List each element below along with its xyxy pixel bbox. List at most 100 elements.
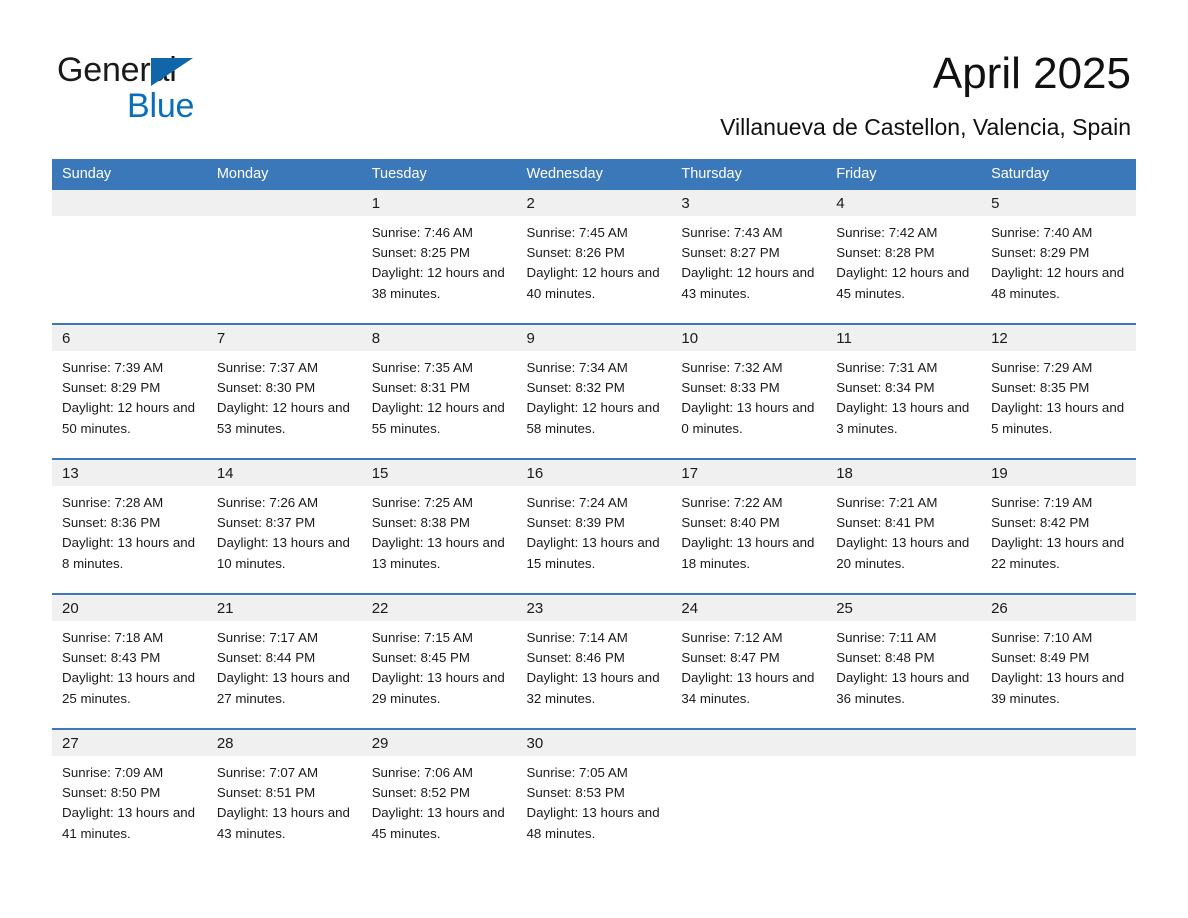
calendar-day-cell[interactable]: 2 Sunrise: 7:45 AM Sunset: 8:26 PM Daylight… — [516, 190, 672, 324]
calendar-day-cell[interactable]: 16 Sunrise: 7:24 AM Sunset: 8:39 PM Dayligh… — [516, 458, 672, 594]
calendar-week-row: 20 Sunrise: 7:18 AM Sunset: 8:43 PM Dayligh… — [52, 593, 1136, 729]
day-details: Sunrise: 7:35 AM Sunset: 8:31 PM Daylight:… — [362, 351, 517, 439]
calendar-day-cell[interactable]: 14 Sunrise: 7:26 AM Sunset: 8:37 PM Dayligh… — [206, 458, 362, 594]
general-blue-logo[interactable]: General Blue — [57, 50, 257, 130]
sunset-text: Sunset: 8:42 PM — [991, 515, 1090, 531]
day-details: Sunrise: 7:32 AM Sunset: 8:33 PM Daylight:… — [671, 351, 826, 439]
day-number: 10 — [671, 325, 827, 351]
day-details: Sunrise: 7:11 AM Sunset: 8:48 PM Daylight:… — [826, 621, 981, 709]
day-number: 9 — [516, 325, 672, 351]
calendar-day-cell[interactable]: 22 Sunrise: 7:15 AM Sunset: 8:45 PM Dayligh… — [361, 593, 517, 729]
sunset-text: Sunset: 8:32 PM — [526, 380, 625, 396]
calendar-day-cell[interactable]: 11 Sunrise: 7:31 AM Sunset: 8:34 PM Dayligh… — [826, 323, 982, 459]
calendar-day-cell[interactable]: 5 Sunrise: 7:40 AM Sunset: 8:29 PM Daylight… — [981, 190, 1136, 324]
calendar-day-cell[interactable]: 26 Sunrise: 7:10 AM Sunset: 8:49 PM Dayligh… — [981, 593, 1136, 729]
sunrise-text: Sunrise: 7:46 AM — [371, 225, 473, 240]
day-number: 4 — [826, 190, 982, 216]
sunset-text: Sunset: 8:37 PM — [216, 515, 316, 531]
daylight-text: Daylight: 13 hours and 45 minutes. — [371, 805, 505, 841]
day-number: 19 — [981, 460, 1136, 486]
calendar-day-cell[interactable]: 20 Sunrise: 7:18 AM Sunset: 8:43 PM Dayligh… — [52, 593, 207, 729]
sunrise-text: Sunrise: 7:40 AM — [991, 225, 1093, 240]
calendar-day-cell[interactable]: 10 Sunrise: 7:32 AM Sunset: 8:33 PM Dayligh… — [671, 323, 827, 459]
calendar-day-cell[interactable]: 8 Sunrise: 7:35 AM Sunset: 8:31 PM Daylight… — [361, 323, 517, 459]
calendar-day-cell[interactable]: 30 Sunrise: 7:05 AM Sunset: 8:53 PM Dayligh… — [516, 728, 672, 863]
calendar-day-cell[interactable]: 23 Sunrise: 7:14 AM Sunset: 8:46 PM Dayligh… — [516, 593, 672, 729]
calendar-table: Sunday Monday Tuesday Wednesday Thursday… — [52, 159, 1136, 863]
calendar-day-cell[interactable]: 15 Sunrise: 7:25 AM Sunset: 8:38 PM Dayligh… — [361, 458, 517, 594]
day-cell-content: 2 Sunrise: 7:45 AM Sunset: 8:26 PM Daylight… — [516, 190, 672, 323]
calendar-day-cell[interactable]: 28 Sunrise: 7:07 AM Sunset: 8:51 PM Dayligh… — [206, 728, 362, 863]
page-header: General Blue April 2025 Villanueva de Ca… — [0, 0, 1188, 155]
calendar-day-cell[interactable]: 25 Sunrise: 7:11 AM Sunset: 8:48 PM Dayligh… — [826, 593, 982, 729]
day-number: 8 — [361, 325, 517, 351]
calendar-day-cell[interactable]: 29 Sunrise: 7:06 AM Sunset: 8:52 PM Dayligh… — [361, 728, 517, 863]
calendar-day-cell[interactable]: 18 Sunrise: 7:21 AM Sunset: 8:41 PM Dayligh… — [826, 458, 982, 594]
sunrise-text: Sunrise: 7:22 AM — [681, 495, 783, 510]
sunset-text: Sunset: 8:31 PM — [371, 380, 470, 396]
calendar-day-cell[interactable]: 9 Sunrise: 7:34 AM Sunset: 8:32 PM Daylight… — [516, 323, 672, 459]
day-details: Sunrise: 7:06 AM Sunset: 8:52 PM Daylight:… — [362, 756, 517, 844]
day-number: 12 — [981, 325, 1136, 351]
daylight-text: Daylight: 13 hours and 5 minutes. — [991, 400, 1125, 436]
calendar-week-row: 1 Sunrise: 7:46 AM Sunset: 8:25 PM Daylight… — [52, 190, 1136, 324]
day-details: Sunrise: 7:18 AM Sunset: 8:43 PM Daylight:… — [52, 621, 207, 709]
day-cell-content: 5 Sunrise: 7:40 AM Sunset: 8:29 PM Daylight… — [981, 190, 1136, 323]
calendar-cell-empty — [671, 728, 827, 863]
calendar-day-cell[interactable]: 12 Sunrise: 7:29 AM Sunset: 8:35 PM Dayligh… — [981, 323, 1136, 459]
day-details: Sunrise: 7:09 AM Sunset: 8:50 PM Daylight:… — [52, 756, 207, 844]
day-details: Sunrise: 7:46 AM Sunset: 8:25 PM Daylight:… — [362, 216, 517, 304]
daylight-text: Daylight: 13 hours and 10 minutes. — [216, 535, 350, 571]
calendar-day-cell[interactable]: 1 Sunrise: 7:46 AM Sunset: 8:25 PM Daylight… — [361, 190, 517, 324]
day-cell-content: 18 Sunrise: 7:21 AM Sunset: 8:41 PM Dayligh… — [826, 460, 982, 593]
daylight-text: Daylight: 13 hours and 34 minutes. — [681, 670, 815, 706]
day-number: 30 — [516, 730, 672, 756]
calendar-day-cell[interactable]: 4 Sunrise: 7:42 AM Sunset: 8:28 PM Daylight… — [826, 190, 982, 324]
calendar-day-cell[interactable]: 24 Sunrise: 7:12 AM Sunset: 8:47 PM Dayligh… — [671, 593, 827, 729]
daylight-text: Daylight: 12 hours and 38 minutes. — [371, 265, 505, 301]
calendar-day-cell[interactable]: 3 Sunrise: 7:43 AM Sunset: 8:27 PM Daylight… — [671, 190, 827, 324]
sunrise-text: Sunrise: 7:25 AM — [371, 495, 473, 510]
daylight-text: Daylight: 13 hours and 48 minutes. — [526, 805, 660, 841]
day-cell-content: 4 Sunrise: 7:42 AM Sunset: 8:28 PM Daylight… — [826, 190, 982, 323]
calendar-day-cell[interactable]: 6 Sunrise: 7:39 AM Sunset: 8:29 PM Daylight… — [52, 323, 207, 459]
day-number — [671, 730, 827, 756]
calendar-page: General Blue April 2025 Villanueva de Ca… — [0, 0, 1188, 918]
sunset-text: Sunset: 8:34 PM — [836, 380, 935, 396]
calendar-day-cell[interactable]: 13 Sunrise: 7:28 AM Sunset: 8:36 PM Dayligh… — [52, 458, 207, 594]
daylight-text: Daylight: 13 hours and 27 minutes. — [216, 670, 350, 706]
calendar-day-cell[interactable]: 19 Sunrise: 7:19 AM Sunset: 8:42 PM Dayligh… — [981, 458, 1136, 594]
day-number: 18 — [826, 460, 982, 486]
sunrise-text: Sunrise: 7:28 AM — [62, 495, 164, 510]
sunrise-text: Sunrise: 7:10 AM — [991, 630, 1093, 645]
sunset-text: Sunset: 8:40 PM — [681, 515, 780, 531]
sunrise-text: Sunrise: 7:45 AM — [526, 225, 628, 240]
calendar-day-cell[interactable]: 21 Sunrise: 7:17 AM Sunset: 8:44 PM Dayligh… — [206, 593, 362, 729]
day-cell-content: 14 Sunrise: 7:26 AM Sunset: 8:37 PM Dayligh… — [206, 460, 362, 593]
calendar-cell-empty — [981, 728, 1136, 863]
logo-text-blue: Blue — [127, 87, 195, 125]
weekday-header-monday: Monday — [206, 159, 362, 190]
calendar-day-cell[interactable]: 27 Sunrise: 7:09 AM Sunset: 8:50 PM Dayligh… — [52, 728, 207, 863]
sunset-text: Sunset: 8:50 PM — [62, 785, 161, 801]
calendar-day-cell[interactable]: 7 Sunrise: 7:37 AM Sunset: 8:30 PM Daylight… — [206, 323, 362, 459]
weekday-header-thursday: Thursday — [671, 159, 827, 190]
day-cell-content: 27 Sunrise: 7:09 AM Sunset: 8:50 PM Dayligh… — [52, 730, 207, 863]
sunset-text: Sunset: 8:39 PM — [526, 515, 625, 531]
day-number: 1 — [361, 190, 517, 216]
day-details: Sunrise: 7:24 AM Sunset: 8:39 PM Daylight:… — [517, 486, 672, 574]
day-number: 2 — [516, 190, 672, 216]
sunset-text: Sunset: 8:49 PM — [991, 650, 1090, 666]
daylight-text: Daylight: 12 hours and 43 minutes. — [681, 265, 815, 301]
day-details: Sunrise: 7:10 AM Sunset: 8:49 PM Daylight:… — [981, 621, 1136, 709]
daylight-text: Daylight: 13 hours and 36 minutes. — [836, 670, 970, 706]
day-number: 29 — [361, 730, 517, 756]
weekday-header-row: Sunday Monday Tuesday Wednesday Thursday… — [52, 159, 1136, 190]
daylight-text: Daylight: 13 hours and 43 minutes. — [216, 805, 350, 841]
calendar-day-cell[interactable]: 17 Sunrise: 7:22 AM Sunset: 8:40 PM Dayligh… — [671, 458, 827, 594]
sunrise-text: Sunrise: 7:05 AM — [526, 765, 628, 780]
day-details: Sunrise: 7:34 AM Sunset: 8:32 PM Daylight:… — [517, 351, 672, 439]
day-details: Sunrise: 7:19 AM Sunset: 8:42 PM Daylight:… — [981, 486, 1136, 574]
sunset-text: Sunset: 8:30 PM — [216, 380, 316, 396]
daylight-text: Daylight: 13 hours and 15 minutes. — [526, 535, 660, 571]
